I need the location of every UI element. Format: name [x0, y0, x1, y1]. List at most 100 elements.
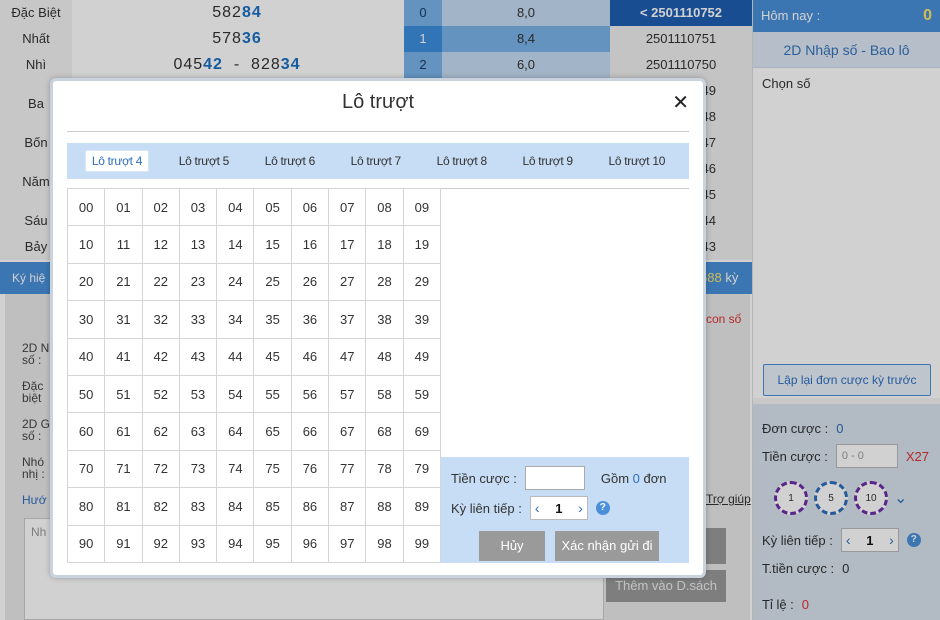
number-cell[interactable]: 02: [141, 187, 180, 227]
chevron-right-icon[interactable]: ›: [578, 500, 583, 516]
number-cell[interactable]: 60: [66, 412, 106, 451]
number-cell[interactable]: 49: [402, 337, 442, 376]
close-icon[interactable]: ✕: [672, 93, 689, 113]
number-cell[interactable]: 86: [290, 487, 330, 526]
number-cell[interactable]: 30: [66, 300, 106, 339]
number-cell[interactable]: 20: [66, 262, 106, 302]
number-cell[interactable]: 77: [328, 449, 367, 489]
number-cell[interactable]: 50: [66, 374, 106, 414]
number-cell[interactable]: 99: [402, 524, 442, 563]
number-cell[interactable]: 44: [216, 337, 255, 376]
number-cell[interactable]: 63: [178, 412, 218, 451]
number-cell[interactable]: 83: [178, 487, 218, 526]
number-cell[interactable]: 23: [178, 262, 218, 302]
number-cell[interactable]: 65: [253, 412, 292, 451]
number-cell[interactable]: 25: [253, 262, 292, 302]
number-cell[interactable]: 84: [216, 487, 255, 526]
help-icon[interactable]: ?: [595, 501, 610, 515]
number-cell[interactable]: 58: [365, 374, 404, 414]
number-cell[interactable]: 08: [365, 187, 404, 227]
number-cell[interactable]: 67: [328, 412, 367, 451]
number-cell[interactable]: 33: [178, 300, 218, 339]
modal-ky-value[interactable]: 1: [555, 501, 562, 516]
number-cell[interactable]: 55: [253, 374, 292, 414]
number-cell[interactable]: 51: [104, 374, 143, 414]
number-cell[interactable]: 79: [402, 449, 442, 489]
tab-lo-truot-10[interactable]: Lô trượt 10: [602, 151, 671, 171]
tab-lo-truot-5[interactable]: Lô trượt 5: [173, 151, 235, 171]
number-cell[interactable]: 24: [216, 262, 255, 302]
number-cell[interactable]: 76: [290, 449, 330, 489]
number-cell[interactable]: 31: [104, 300, 143, 339]
number-cell[interactable]: 46: [290, 337, 330, 376]
number-cell[interactable]: 97: [328, 524, 367, 563]
number-cell[interactable]: 19: [402, 225, 442, 264]
number-cell[interactable]: 66: [290, 412, 330, 451]
number-cell[interactable]: 71: [104, 449, 143, 489]
number-cell[interactable]: 43: [178, 337, 218, 376]
number-cell[interactable]: 14: [216, 225, 255, 264]
number-cell[interactable]: 41: [104, 337, 143, 376]
number-cell[interactable]: 04: [216, 187, 255, 227]
tab-lo-truot-6[interactable]: Lô trượt 6: [259, 151, 321, 171]
number-cell[interactable]: 27: [328, 262, 367, 302]
number-cell[interactable]: 57: [328, 374, 367, 414]
number-cell[interactable]: 38: [365, 300, 404, 339]
number-cell[interactable]: 34: [216, 300, 255, 339]
number-cell[interactable]: 36: [290, 300, 330, 339]
number-cell[interactable]: 03: [178, 187, 218, 227]
number-cell[interactable]: 47: [328, 337, 367, 376]
number-cell[interactable]: 26: [290, 262, 330, 302]
number-cell[interactable]: 29: [402, 262, 442, 302]
number-cell[interactable]: 95: [253, 524, 292, 563]
number-cell[interactable]: 80: [66, 487, 106, 526]
number-cell[interactable]: 35: [253, 300, 292, 339]
number-cell[interactable]: 07: [328, 187, 367, 227]
number-cell[interactable]: 94: [216, 524, 255, 563]
number-cell[interactable]: 12: [141, 225, 180, 264]
number-cell[interactable]: 73: [178, 449, 218, 489]
number-cell[interactable]: 82: [141, 487, 180, 526]
number-cell[interactable]: 64: [216, 412, 255, 451]
number-cell[interactable]: 54: [216, 374, 255, 414]
number-cell[interactable]: 88: [365, 487, 404, 526]
number-cell[interactable]: 75: [253, 449, 292, 489]
number-cell[interactable]: 74: [216, 449, 255, 489]
number-cell[interactable]: 45: [253, 337, 292, 376]
number-cell[interactable]: 56: [290, 374, 330, 414]
number-cell[interactable]: 01: [104, 187, 143, 227]
number-cell[interactable]: 52: [141, 374, 180, 414]
number-cell[interactable]: 17: [328, 225, 367, 264]
number-cell[interactable]: 37: [328, 300, 367, 339]
number-cell[interactable]: 61: [104, 412, 143, 451]
confirm-send-button[interactable]: Xác nhận gửi đi: [555, 531, 659, 561]
number-cell[interactable]: 89: [402, 487, 442, 526]
number-cell[interactable]: 87: [328, 487, 367, 526]
number-cell[interactable]: 62: [141, 412, 180, 451]
tab-lo-truot-4[interactable]: Lô trượt 4: [84, 150, 150, 172]
number-cell[interactable]: 06: [290, 187, 330, 227]
modal-tien-cuoc-input[interactable]: [524, 466, 585, 490]
number-cell[interactable]: 72: [141, 449, 180, 489]
number-cell[interactable]: 98: [365, 524, 404, 563]
number-cell[interactable]: 53: [178, 374, 218, 414]
number-cell[interactable]: 78: [365, 449, 404, 489]
tab-lo-truot-9[interactable]: Lô trượt 9: [517, 151, 579, 171]
number-cell[interactable]: 28: [365, 262, 404, 302]
number-cell[interactable]: 96: [290, 524, 330, 563]
number-cell[interactable]: 40: [66, 337, 106, 376]
tab-lo-truot-7[interactable]: Lô trượt 7: [345, 151, 407, 171]
number-cell[interactable]: 91: [104, 524, 143, 563]
number-cell[interactable]: 48: [365, 337, 404, 376]
number-cell[interactable]: 90: [66, 524, 106, 563]
number-cell[interactable]: 05: [253, 187, 292, 227]
number-cell[interactable]: 10: [66, 225, 106, 264]
number-cell[interactable]: 42: [141, 337, 180, 376]
number-cell[interactable]: 59: [402, 374, 442, 414]
number-cell[interactable]: 21: [104, 262, 143, 302]
number-cell[interactable]: 32: [141, 300, 180, 339]
chevron-left-icon[interactable]: ‹: [535, 500, 540, 516]
cancel-button[interactable]: Hủy: [479, 531, 545, 561]
number-cell[interactable]: 16: [290, 225, 330, 264]
number-cell[interactable]: 81: [104, 487, 143, 526]
